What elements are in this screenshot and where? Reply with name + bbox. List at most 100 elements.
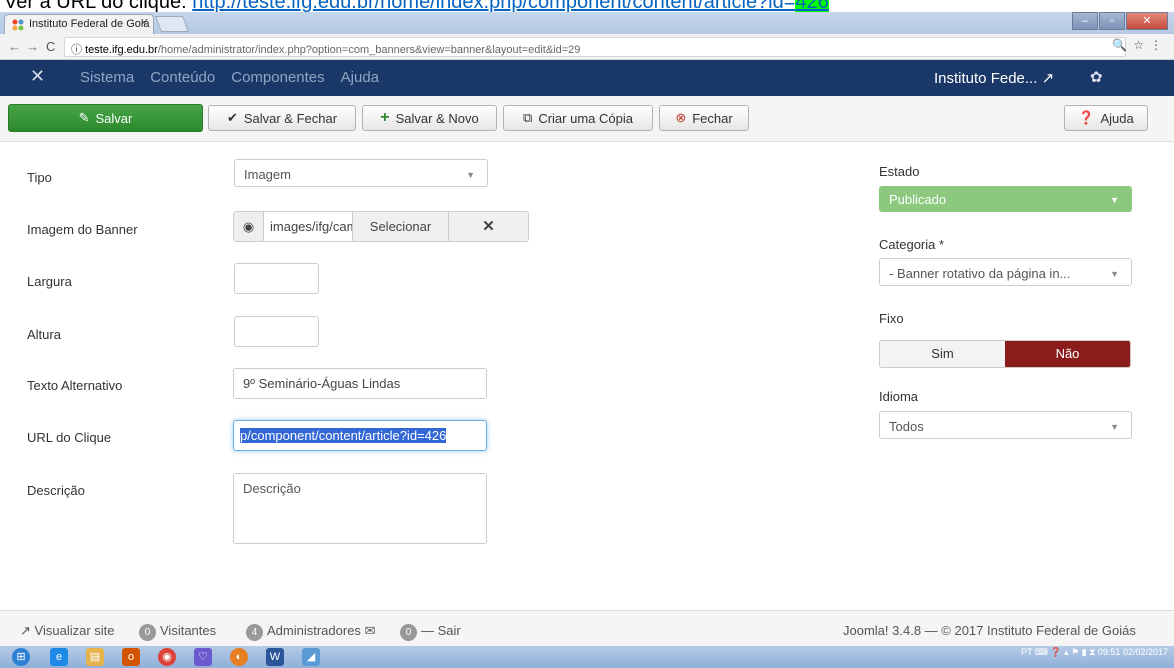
largura-label: Largura xyxy=(27,274,72,289)
visitors-count-badge: 0 xyxy=(139,624,156,641)
site-link[interactable]: Instituto Fede... ↗ xyxy=(934,69,1054,87)
edit-icon: ✎ xyxy=(78,110,90,125)
reload-icon[interactable]: C xyxy=(46,39,55,54)
admins-status[interactable]: 4 Administradores ✉ xyxy=(246,623,375,641)
menu-conteudo[interactable]: Conteúdo xyxy=(150,69,215,86)
word-icon[interactable]: W xyxy=(266,648,284,666)
new-tab-button[interactable] xyxy=(155,16,189,32)
action-toolbar: ✎ Salvar ✔ Salvar & Fechar + Salvar & Novo … xyxy=(0,96,1174,142)
texto-alternativo-input[interactable]: 9º Seminário-Águas Lindas xyxy=(233,368,487,399)
tab-close-icon[interactable]: × xyxy=(141,17,147,29)
tab-title: Instituto Federal de Goiá xyxy=(29,18,150,30)
help-tray-icon[interactable]: ❓ xyxy=(1050,647,1061,657)
minimize-button[interactable]: – xyxy=(1072,12,1098,30)
vpn-app-icon[interactable]: ♡ xyxy=(194,648,212,666)
fixo-toggle: Sim Não xyxy=(879,340,1131,368)
tipo-select[interactable]: Imagem ▼ xyxy=(234,159,488,187)
settings-gear-icon[interactable]: ✿ xyxy=(1090,68,1103,86)
question-icon: ❓ xyxy=(1078,110,1095,125)
messages-count-badge: 0 xyxy=(400,624,417,641)
clock-time[interactable]: 09:51 xyxy=(1098,647,1121,657)
select-image-button[interactable]: Selecionar xyxy=(352,212,449,241)
caption-text: Ver a URL do clique: http://teste.ifg.ed… xyxy=(4,0,829,12)
preview-eye-icon[interactable]: ◉ xyxy=(234,212,264,241)
tipo-label: Tipo xyxy=(27,170,52,185)
categoria-select[interactable]: - Banner rotativo da página in... ▼ xyxy=(879,258,1132,286)
maximize-button[interactable]: ▫ xyxy=(1099,12,1125,30)
help-button[interactable]: ❓ Ajuda xyxy=(1064,105,1148,131)
caption-link-highlight: 426 xyxy=(795,0,829,12)
start-button-icon[interactable]: ⊞ xyxy=(12,648,30,666)
idioma-select[interactable]: Todos ▼ xyxy=(879,411,1132,439)
close-button[interactable]: ⊗ Fechar xyxy=(659,105,749,131)
altura-label: Altura xyxy=(27,327,61,342)
chevron-down-icon: ▼ xyxy=(1110,195,1119,205)
chrome-icon[interactable]: ◉ xyxy=(158,648,176,666)
fixo-nao-option[interactable]: Não xyxy=(1005,341,1130,367)
admins-count-badge: 4 xyxy=(246,624,263,641)
plus-icon: + xyxy=(380,109,390,126)
save-close-button[interactable]: ✔ Salvar & Fechar xyxy=(208,105,356,131)
fixo-sim-option[interactable]: Sim xyxy=(880,341,1005,367)
url-input[interactable]: ⓘ teste.ifg.edu.br/home/administrator/in… xyxy=(64,37,1126,57)
back-icon[interactable]: ← xyxy=(8,39,21,54)
outlook-icon[interactable]: o xyxy=(122,648,140,666)
url-host: teste.ifg.edu.br xyxy=(85,44,158,56)
window-close-button[interactable]: ✕ xyxy=(1126,12,1168,30)
chevron-down-icon: ▼ xyxy=(1110,422,1119,432)
browser-tab[interactable]: Instituto Federal de Goiá × xyxy=(4,14,154,34)
document-caption-strip: Ver a URL do clique: http://teste.ifg.ed… xyxy=(0,0,1174,12)
check-icon: ✔ xyxy=(226,110,238,125)
address-bar-row: ← → C ⓘ teste.ifg.edu.br/home/administra… xyxy=(0,34,1174,60)
firefox-icon[interactable]: ◐ xyxy=(230,648,248,666)
menu-componentes[interactable]: Componentes xyxy=(231,69,324,86)
clock-date: 02/02/2017 xyxy=(1122,647,1168,657)
mail-icon: ✉ xyxy=(364,623,376,638)
external-link-icon: ↗ xyxy=(20,623,31,638)
browser-actions-icons[interactable]: 🔍☆⋮ xyxy=(1112,38,1168,52)
url-clique-label: URL do Clique xyxy=(27,430,112,445)
save-button[interactable]: ✎ Salvar xyxy=(8,104,203,132)
view-site-link[interactable]: ↗ Visualizar site xyxy=(20,623,115,639)
descricao-label: Descrição xyxy=(27,483,85,498)
descricao-textarea[interactable]: Descrição xyxy=(233,473,487,544)
file-explorer-icon[interactable]: ▤ xyxy=(86,648,104,666)
estado-select[interactable]: Publicado ▼ xyxy=(879,186,1132,212)
system-tray: PT ⌨ ❓ ▴ ⚑ ▮ ⧗ 09:51 02/02/2017 xyxy=(1020,647,1168,657)
clear-image-icon[interactable]: ✕ xyxy=(449,212,528,241)
chevron-down-icon: ▼ xyxy=(466,170,475,180)
internet-explorer-icon[interactable]: e xyxy=(50,648,68,666)
categoria-label: Categoria * xyxy=(879,237,945,252)
save-copy-button[interactable]: ⧉ Criar uma Cópia xyxy=(503,105,653,131)
caption-link[interactable]: http://teste.ifg.edu.br/home/index.php/c… xyxy=(192,0,795,12)
admin-navbar: ✕ Sistema Conteúdo Componentes Ajuda Ins… xyxy=(0,60,1174,96)
language-indicator[interactable]: PT xyxy=(1021,647,1032,657)
status-footer: ↗ Visualizar site 0 Visitantes 4 Administr… xyxy=(0,610,1174,646)
logout-link[interactable]: Sair xyxy=(438,623,461,638)
estado-label: Estado xyxy=(879,164,920,179)
close-circle-icon: ⊗ xyxy=(675,110,687,125)
forward-icon[interactable]: → xyxy=(26,39,39,54)
menu-ajuda[interactable]: Ajuda xyxy=(341,69,379,86)
largura-input[interactable] xyxy=(234,263,319,294)
visitors-status[interactable]: 0 Visitantes xyxy=(139,623,216,641)
altura-input[interactable] xyxy=(234,316,319,347)
imagem-label: Imagem do Banner xyxy=(27,222,138,237)
menu-sistema[interactable]: Sistema xyxy=(80,69,134,86)
minus-icon: — xyxy=(421,623,434,638)
idioma-label: Idioma xyxy=(879,389,919,404)
url-path: /home/administrator/index.php?option=com… xyxy=(157,44,581,56)
version-text: Joomla! 3.4.8 — © 2017 Instituto Federal… xyxy=(843,623,1136,638)
taskbar-app-icon[interactable]: ◢ xyxy=(302,648,320,666)
os-taskbar: ⊞ e ▤ o ◉ ♡ ◐ W ◢ PT ⌨ ❓ ▴ ⚑ ▮ ⧗ 09:51 0… xyxy=(0,646,1174,668)
messages-status[interactable]: 0 — Sair xyxy=(400,623,461,641)
url-clique-input[interactable]: p/component/content/article?id=426 xyxy=(233,420,487,451)
joomla-logo-icon[interactable]: ✕ xyxy=(30,66,45,87)
chevron-down-icon: ▼ xyxy=(1110,269,1119,279)
save-new-button[interactable]: + Salvar & Novo xyxy=(362,105,497,131)
external-link-icon: ↗ xyxy=(1041,70,1055,87)
imagem-path-input[interactable]: images/ifg/camp xyxy=(264,212,352,241)
window-controls: – ▫ ✕ xyxy=(1071,12,1168,32)
info-icon[interactable]: ⓘ xyxy=(71,44,82,56)
main-menu: Sistema Conteúdo Componentes Ajuda xyxy=(80,69,395,86)
